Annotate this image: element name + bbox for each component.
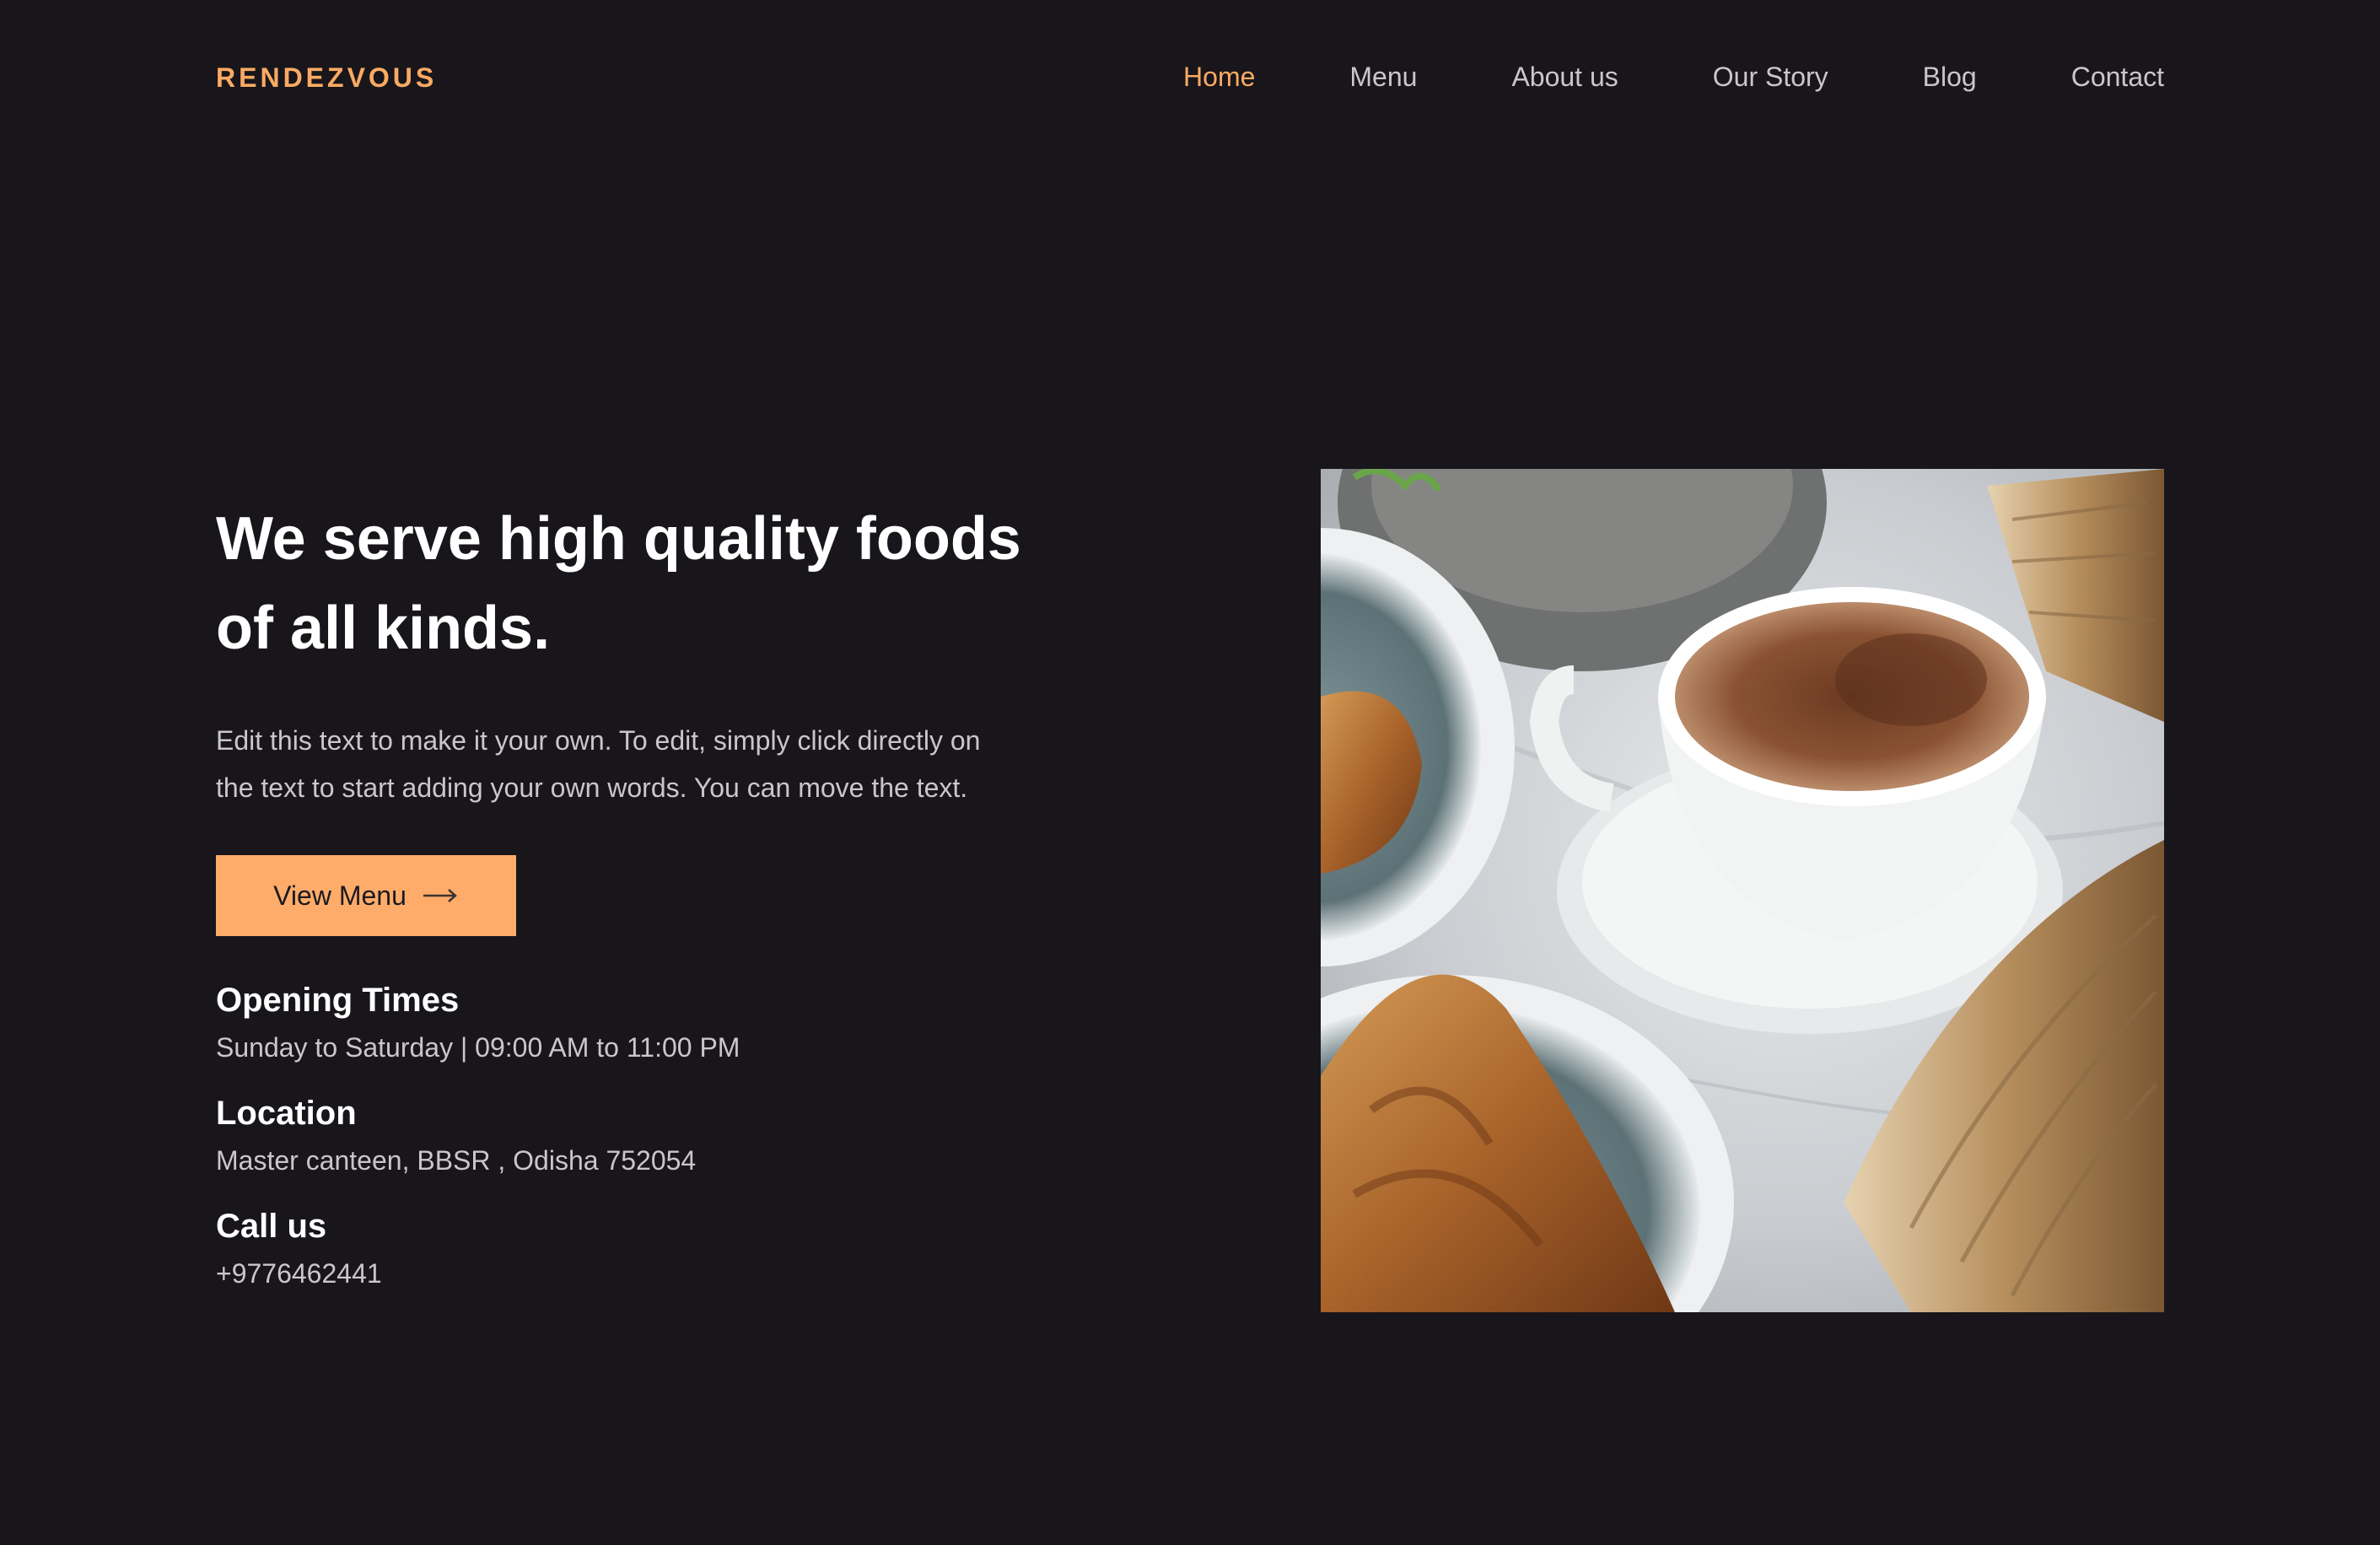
hero-content: We serve high quality foods of all kinds… (216, 494, 1059, 1294)
arrow-right-icon (423, 889, 457, 902)
hero-intro-text: Edit this text to make it your own. To e… (216, 717, 1059, 811)
call-us-section: Call us +9776462441 (216, 1204, 1059, 1294)
phone-number[interactable]: +9776462441 (216, 1253, 1059, 1294)
view-menu-button[interactable]: View Menu (216, 855, 516, 936)
nav-item-about-us[interactable]: About us (1511, 57, 1618, 96)
hero-headline-line-1: We serve high quality foods (216, 505, 1021, 573)
opening-times-text: Sunday to Saturday | 09:00 AM to 11:00 P… (216, 1032, 740, 1063)
nav-item-home[interactable]: Home (1183, 57, 1255, 96)
coffee-and-croissant-photo (1321, 469, 2164, 1312)
location-title: Location (216, 1095, 357, 1132)
nav-item-menu[interactable]: Menu (1349, 57, 1417, 96)
nav-item-blog[interactable]: Blog (1923, 57, 1977, 96)
hero-intro-line-1: Edit this text to make it your own. To e… (216, 725, 981, 756)
main-navigation: Home Menu About us Our Story Blog Contac… (1089, 57, 2164, 96)
hero-headline: We serve high quality foods of all kinds… (216, 494, 1059, 673)
site-header: RENDEZVOUS Home Menu About us Our Story … (0, 0, 2380, 155)
hero-intro-line-2: the text to start adding your own words.… (216, 772, 968, 803)
location-text: Master canteen, BBSR , Odisha 752054 (216, 1145, 697, 1176)
brand-logo[interactable]: RENDEZVOUS (216, 59, 437, 96)
hero-headline-line-2: of all kinds. (216, 595, 551, 662)
nav-item-our-story[interactable]: Our Story (1713, 57, 1828, 96)
hero-photo-svg (1321, 469, 2164, 1312)
call-us-title: Call us (216, 1208, 327, 1245)
opening-times-title: Opening Times (216, 982, 460, 1019)
nav-item-contact[interactable]: Contact (2071, 57, 2164, 96)
location-section: Location Master canteen, BBSR , Odisha 7… (216, 1091, 1059, 1181)
opening-times-section: Opening Times Sunday to Saturday | 09:00… (216, 978, 1059, 1068)
view-menu-button-label: View Menu (273, 880, 407, 911)
